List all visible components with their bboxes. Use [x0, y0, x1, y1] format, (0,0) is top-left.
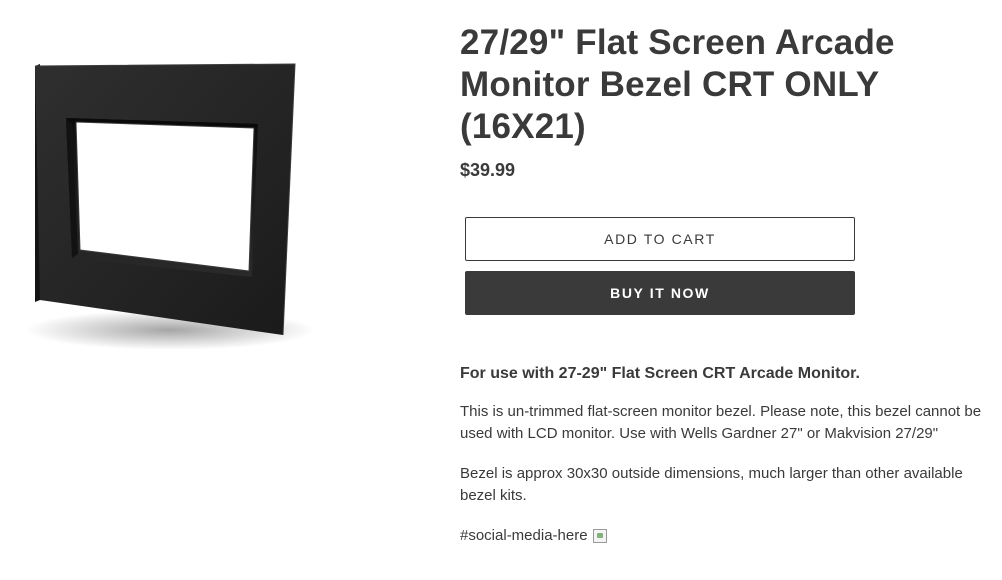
social-media-block: #social-media-here: [460, 525, 990, 547]
broken-image-icon: [592, 529, 607, 543]
description-paragraph: Bezel is approx 30x30 outside dimensions…: [460, 465, 963, 504]
product-price: $39.99: [460, 160, 516, 180]
monitor-bezel-product-image: [25, 63, 315, 350]
product-description: For use with 27-29" Flat Screen CRT Arca…: [460, 365, 990, 547]
product-info: 27/29" Flat Screen Arcade Monitor Bezel …: [460, 22, 990, 544]
buy-it-now-button[interactable]: BUY IT NOW: [465, 271, 855, 315]
description-lead: For use with 27-29" Flat Screen CRT Arca…: [460, 365, 860, 382]
social-media-tag: #social-media-here: [460, 527, 588, 544]
product-image[interactable]: [0, 0, 330, 400]
add-to-cart-button[interactable]: ADD TO CART: [465, 217, 855, 261]
description-paragraph: This is un-trimmed flat-screen monitor b…: [460, 403, 982, 442]
product-title: 27/29" Flat Screen Arcade Monitor Bezel …: [460, 23, 895, 146]
